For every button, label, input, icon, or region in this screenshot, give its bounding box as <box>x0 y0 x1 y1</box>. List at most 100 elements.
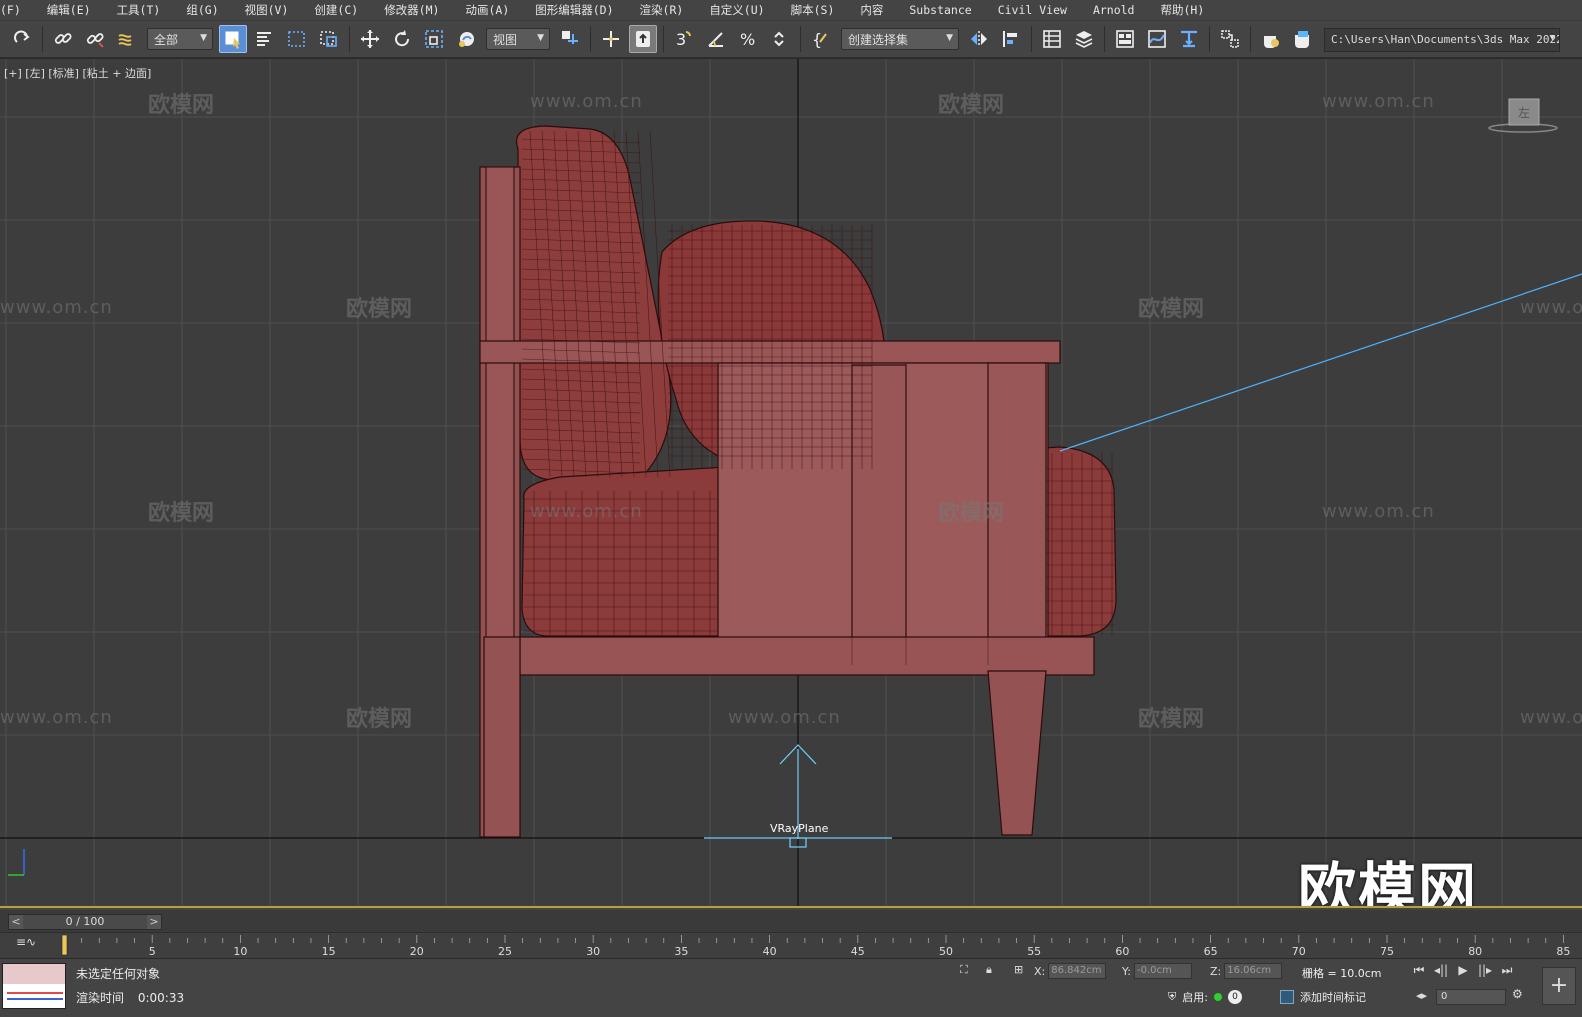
adaptive-degradation[interactable]: ⛨ 启用: 0 <box>1168 989 1242 1005</box>
viewcube-face-label: 左 <box>1518 105 1530 120</box>
render-time: 渲染时间 0:00:33 <box>76 989 184 1006</box>
menu-item[interactable]: 帮助(H) <box>1148 2 1218 18</box>
select-by-name-icon[interactable] <box>251 25 279 53</box>
go-to-end-icon[interactable]: ⏭ <box>1496 963 1518 978</box>
maxscript-listener-mini[interactable] <box>2 963 66 1009</box>
menu-item[interactable]: Civil View <box>986 3 1081 17</box>
time-configuration-icon[interactable]: ⚙ <box>1512 987 1523 1001</box>
z-field[interactable]: 16.06cm <box>1224 963 1283 979</box>
track-tick-label: 35 <box>674 945 688 958</box>
menu-item[interactable]: 创建(C) <box>302 2 372 18</box>
window-crossing-icon[interactable] <box>315 25 343 53</box>
selection-lock-icon[interactable]: 🔒︎ <box>986 963 992 977</box>
toolbar-separator <box>1250 26 1251 52</box>
mirror-icon[interactable] <box>965 25 993 53</box>
align-icon[interactable] <box>997 25 1025 53</box>
keyboard-shortcut-override-icon[interactable] <box>629 25 657 53</box>
menu-item[interactable]: (F) <box>0 3 35 17</box>
watermark: 欧模网 <box>148 501 215 526</box>
add-time-tag-label: 添加时间标记 <box>1300 991 1366 1004</box>
x-coordinate: X: 86.842cm <box>1034 963 1107 979</box>
3dsmax-window: (F) 编辑(E) 工具(T) 组(G) 视图(V) 创建(C) 修改器(M) 动画(A) 图形… <box>0 0 1582 1017</box>
toggle-ribbon-icon[interactable] <box>1111 25 1139 53</box>
left-viewport[interactable]: [+] [左] [标准] [粘土 + 边面] 欧模网 www.om.cn 欧模网… <box>0 58 1582 908</box>
watermark: www.om.cn <box>530 91 643 112</box>
chevron-down-icon: ▼ <box>200 33 207 43</box>
menu-item[interactable]: 自定义(U) <box>697 2 778 18</box>
track-tick-label: 65 <box>1204 945 1218 958</box>
place-icon[interactable] <box>452 25 480 53</box>
status-bar: 未选定任何对象 渲染时间 0:00:33 ⛶ 🔒︎ ⊞ X: 86.842cm Y… <box>0 958 1582 1017</box>
menu-item[interactable]: 图形编辑器(D) <box>523 2 627 18</box>
menu-item[interactable]: 脚本(S) <box>779 2 849 18</box>
curve-editor-icon[interactable] <box>1143 25 1171 53</box>
current-frame-input[interactable]: 0 <box>1436 989 1506 1005</box>
viewcube-icon[interactable]: 左 <box>1487 95 1559 135</box>
render-time-label: 渲染时间 <box>76 991 125 1005</box>
z-coordinate: Z: 16.06cm <box>1210 963 1283 979</box>
named-selection-set-dropdown[interactable]: 创建选择集 ▼ <box>841 28 959 50</box>
schematic-view-icon[interactable] <box>1175 25 1203 53</box>
layer-explorer-icon[interactable] <box>1070 25 1098 53</box>
track-tick-label: 60 <box>1115 945 1129 958</box>
menu-item[interactable]: Arnold <box>1081 3 1149 17</box>
enabled-count: 0 <box>1227 990 1242 1004</box>
scale-icon[interactable] <box>420 25 448 53</box>
select-object-icon[interactable] <box>219 25 247 53</box>
menu-item[interactable]: 修改器(M) <box>372 2 453 18</box>
y-field[interactable]: -0.0cm <box>1133 963 1192 979</box>
rotate-icon[interactable] <box>388 25 416 53</box>
select-manipulate-icon[interactable] <box>597 25 625 53</box>
add-time-tag[interactable]: 添加时间标记 <box>1280 989 1366 1005</box>
next-key-icon[interactable]: ||▸ <box>1474 963 1496 978</box>
menu-item[interactable]: 工具(T) <box>105 2 175 18</box>
watermark-logo: 欧模网 <box>1298 856 1479 908</box>
next-frame-icon[interactable]: > <box>147 915 161 929</box>
isolate-selection-icon[interactable]: ⛶ <box>960 963 968 977</box>
watermark: www.om.cn <box>530 501 643 522</box>
menu-item[interactable]: 组(G) <box>174 2 232 18</box>
rectangular-selection-icon[interactable] <box>283 25 311 53</box>
bind-spacewarp-icon[interactable] <box>113 25 141 53</box>
menu-bar: (F) 编辑(E) 工具(T) 组(G) 视图(V) 创建(C) 修改器(M) 动画(A) 图形… <box>0 0 1582 20</box>
previous-key-icon[interactable]: ◂|| <box>1430 963 1452 978</box>
track-tick-label: 15 <box>322 945 336 958</box>
selection-filter-dropdown[interactable]: 全部 ▼ <box>147 28 213 50</box>
menu-item[interactable]: Substance <box>897 3 985 17</box>
rendered-frame-window-icon[interactable] <box>1289 25 1317 53</box>
render-setup-icon[interactable] <box>1257 25 1285 53</box>
menu-item[interactable]: 编辑(E) <box>35 2 105 18</box>
set-key-button[interactable]: + <box>1542 967 1576 1005</box>
spinner-snap-icon[interactable] <box>766 25 794 53</box>
menu-item[interactable]: 视图(V) <box>233 2 303 18</box>
named-selection-icon[interactable]: { <box>807 25 835 53</box>
x-field[interactable]: 86.842cm <box>1048 963 1107 979</box>
time-slider[interactable]: < 0 / 100 > <box>0 910 1582 932</box>
reference-coordinate-value: 视图 <box>493 32 518 47</box>
play-icon[interactable]: ▶ <box>1452 963 1474 978</box>
track-bar[interactable]: ≡∿ 5 10 15 20 25 30 35 40 45 50 55 60 65 70 75 80 85 <box>0 932 1582 958</box>
unlink-icon[interactable] <box>81 25 109 53</box>
reference-coordinate-dropdown[interactable]: 视图 ▼ <box>486 28 550 50</box>
scene-explorer-icon[interactable] <box>1038 25 1066 53</box>
link-icon[interactable] <box>49 25 77 53</box>
track-tick-label: 20 <box>410 945 424 958</box>
snaps-toggle-icon[interactable]: 3 <box>670 25 698 53</box>
material-editor-icon[interactable] <box>1216 25 1244 53</box>
project-folder-dropdown[interactable]: C:\Users\Han\Documents\3ds Max 2022 ▼ <box>1324 28 1560 52</box>
viewport-label[interactable]: [+] [左] [标准] [粘土 + 边面] <box>4 65 151 81</box>
redo-icon[interactable] <box>8 25 36 53</box>
menu-item[interactable]: 渲染(R) <box>628 2 698 18</box>
angle-snap-icon[interactable] <box>702 25 730 53</box>
menu-item[interactable]: 动画(A) <box>453 2 523 18</box>
toolbar-separator <box>663 26 664 52</box>
time-slider-thumb[interactable]: < 0 / 100 > <box>8 914 162 930</box>
track-bar-ruler: 5 10 15 20 25 30 35 40 45 50 55 60 65 70 75 80 85 <box>61 934 1570 958</box>
pivot-center-icon[interactable] <box>556 25 584 53</box>
percent-snap-icon[interactable]: % <box>734 25 762 53</box>
go-to-start-icon[interactable]: ⏮ <box>1408 963 1430 978</box>
move-icon[interactable] <box>356 25 384 53</box>
watermark: 欧模网 <box>938 501 1005 526</box>
menu-item[interactable]: 内容 <box>848 2 897 18</box>
absolute-mode-icon[interactable]: ⊞ <box>1014 963 1023 976</box>
